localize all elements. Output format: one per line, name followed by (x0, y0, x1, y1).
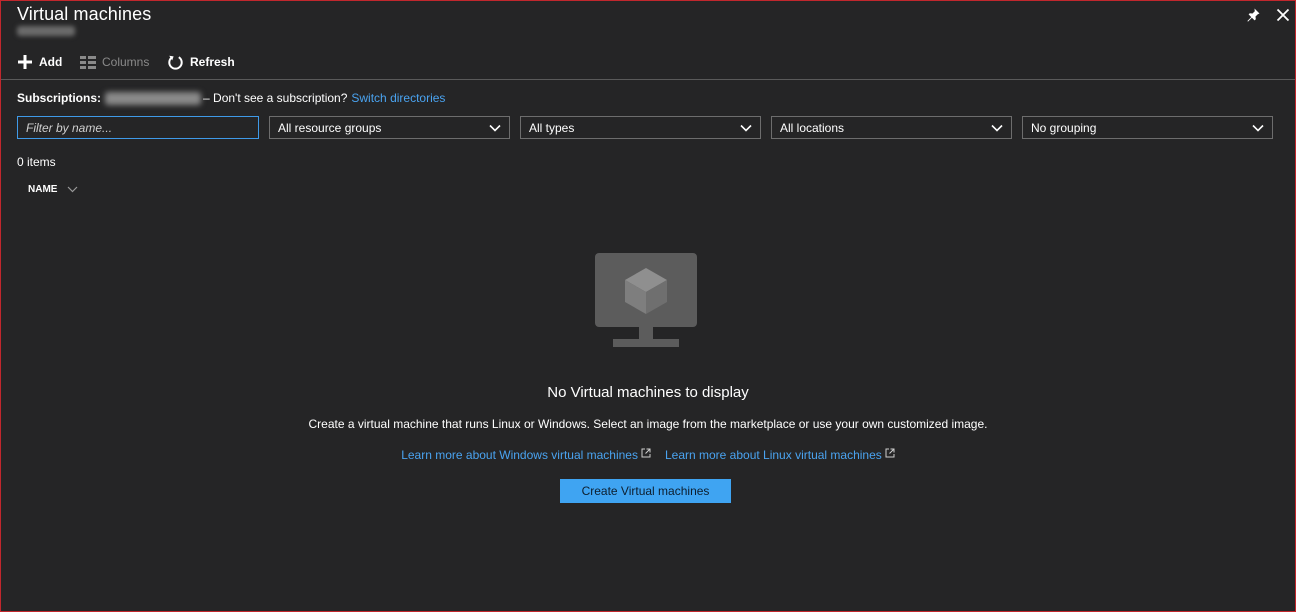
chevron-down-icon (489, 124, 501, 132)
blurred-subscription-name (105, 91, 202, 105)
learn-linux-link[interactable]: Learn more about Linux virtual machines (665, 448, 895, 462)
blade-title: Virtual machines (17, 4, 152, 24)
chevron-down-icon (991, 124, 1003, 132)
learn-windows-label: Learn more about Windows virtual machine… (401, 448, 638, 462)
blurred-subtitle (17, 26, 75, 36)
types-dropdown[interactable]: All types (520, 116, 761, 139)
subscription-question: – Don't see a subscription? (203, 91, 348, 105)
empty-state-description: Create a virtual machine that runs Linux… (308, 417, 988, 431)
add-button[interactable]: Add (17, 52, 62, 72)
refresh-label: Refresh (190, 55, 235, 69)
locations-dropdown[interactable]: All locations (771, 116, 1012, 139)
refresh-icon (168, 55, 183, 70)
columns-label: Columns (102, 55, 150, 69)
locations-value: All locations (780, 120, 845, 135)
empty-state-title: No Virtual machines to display (547, 384, 749, 401)
switch-directories-link[interactable]: Switch directories (351, 91, 445, 105)
chevron-down-icon (1252, 124, 1264, 132)
grouping-value: No grouping (1031, 120, 1097, 135)
pin-icon[interactable] (1245, 7, 1261, 23)
virtual-machines-blade: Virtual machines Add Columns Refresh Sub… (0, 0, 1296, 612)
toolbar-divider (1, 79, 1295, 80)
virtual-machine-monitor-icon (595, 253, 697, 352)
name-column-label: NAME (28, 184, 58, 195)
close-icon[interactable] (1275, 7, 1291, 23)
learn-linux-label: Learn more about Linux virtual machines (664, 448, 882, 462)
chevron-down-icon (68, 186, 78, 193)
filter-by-name-field[interactable] (17, 116, 259, 139)
add-label: Add (39, 55, 63, 69)
resource-groups-value: All resource groups (278, 120, 382, 135)
chevron-down-icon (740, 124, 752, 132)
resource-groups-dropdown[interactable]: All resource groups (269, 116, 510, 139)
create-virtual-machines-button[interactable]: Create Virtual machines (560, 479, 731, 503)
name-column-header[interactable]: NAME (28, 184, 78, 195)
external-link-icon (641, 448, 651, 458)
filter-by-name-input[interactable] (26, 120, 250, 135)
learn-windows-link[interactable]: Learn more about Windows virtual machine… (401, 448, 651, 462)
types-value: All types (529, 120, 575, 135)
plus-icon (18, 55, 32, 69)
item-count: 0 items (17, 155, 56, 169)
columns-button[interactable]: Columns (80, 52, 149, 72)
subscriptions-row: Subscriptions: – Don't see a subscriptio… (17, 91, 445, 105)
grouping-dropdown[interactable]: No grouping (1022, 116, 1273, 139)
refresh-button[interactable]: Refresh (167, 52, 235, 72)
columns-icon (80, 56, 96, 69)
subscriptions-label: Subscriptions: (17, 91, 102, 105)
learn-more-links: Learn more about Windows virtual machine… (1, 448, 1295, 462)
external-link-icon (885, 448, 895, 458)
